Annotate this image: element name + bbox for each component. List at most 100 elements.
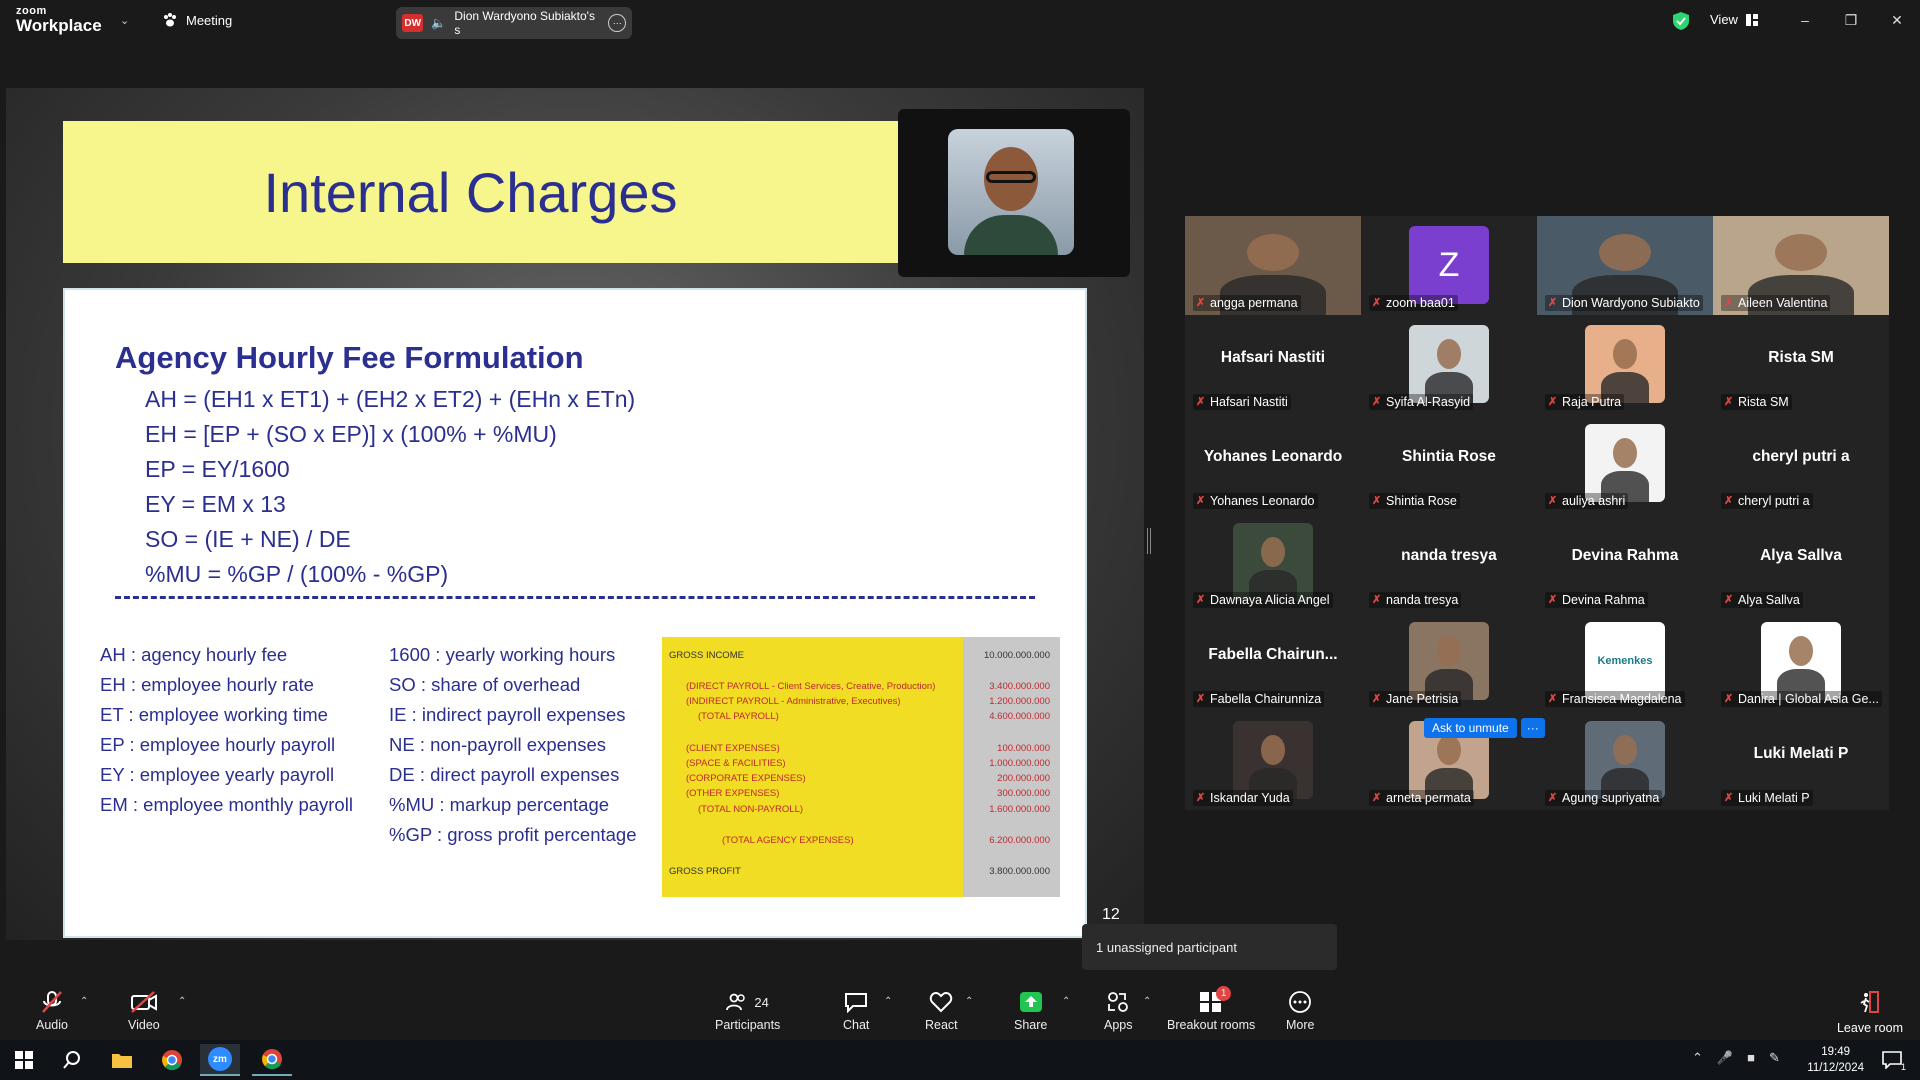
heart-icon — [929, 990, 953, 1014]
chevron-up-icon[interactable]: ⌃ — [1692, 1050, 1703, 1066]
chevron-up-icon[interactable]: ⌃ — [1143, 996, 1151, 1007]
participant-tile[interactable]: nanda tresya ✗ nanda tresya — [1361, 513, 1537, 612]
slide-header: Internal Charges — [63, 121, 908, 263]
participant-tile[interactable]: ✗ Dion Wardyono Subiakto — [1537, 216, 1713, 315]
file-explorer-icon[interactable] — [102, 1044, 142, 1076]
table-value: 1.600.000.000 — [989, 804, 1050, 815]
chrome-icon[interactable] — [252, 1044, 292, 1076]
microphone-icon[interactable]: 🎤 — [1717, 1050, 1733, 1066]
windows-start-icon[interactable] — [4, 1044, 44, 1076]
table-label: (SPACE & FACILITIES) — [686, 758, 786, 769]
participant-video — [1585, 325, 1665, 403]
participant-name: ✗ Dawnaya Alicia Angel — [1193, 592, 1333, 608]
chat-button[interactable]: Chat — [843, 990, 869, 1032]
legend-item: NE : non-payroll expenses — [389, 734, 606, 755]
legend-item: SO : share of overhead — [389, 674, 581, 695]
search-icon[interactable] — [52, 1044, 92, 1076]
participant-tile[interactable]: Fabella Chairun... ✗ Fabella Chairunniza — [1185, 612, 1361, 711]
participant-tile[interactable]: Yohanes Leonardo ✗ Yohanes Leonardo — [1185, 414, 1361, 513]
participant-tile[interactable]: ✗ auliya ashri — [1537, 414, 1713, 513]
mic-muted-icon: ✗ — [1548, 297, 1558, 309]
view-button[interactable]: View — [1710, 12, 1758, 27]
participant-name: ✗ Luki Melati P — [1721, 790, 1813, 806]
video-label: Video — [128, 1018, 160, 1032]
participant-name: ✗ Syifa Al-Rasyid — [1369, 394, 1474, 410]
taskbar-clock[interactable]: 19:49 11/12/2024 — [1807, 1044, 1864, 1076]
participant-tile[interactable]: Alya Sallva ✗ Alya Sallva — [1713, 513, 1889, 612]
ask-to-unmute-button[interactable]: Ask to unmute — [1424, 718, 1517, 738]
chevron-down-icon[interactable]: ⌄ — [120, 14, 129, 27]
participant-name: ✗ Hafsari Nastiti — [1193, 394, 1291, 410]
view-label: View — [1710, 12, 1738, 27]
breakout-rooms-label: Breakout rooms — [1167, 1018, 1256, 1032]
participant-tile[interactable]: ✗ Aileen Valentina — [1713, 216, 1889, 315]
participant-display-name: Luki Melati P — [1753, 745, 1849, 762]
participant-tile[interactable]: ✗ Iskandar Yuda — [1185, 711, 1361, 810]
participant-tile[interactable]: Rista SM ✗ Rista SM — [1713, 315, 1889, 414]
participant-tile[interactable]: ✗ angga permana — [1185, 216, 1361, 315]
shared-screen[interactable]: Internal Charges Agency Hourly Fee Formu… — [6, 88, 1144, 940]
participant-name-label: Raja Putra — [1562, 395, 1622, 409]
participant-tile[interactable]: ✗ Syifa Al-Rasyid — [1361, 315, 1537, 414]
pen-icon[interactable]: ✎ — [1769, 1050, 1780, 1066]
apps-button[interactable]: Apps — [1104, 990, 1133, 1032]
screen-share-indicator[interactable]: DW 🔈 Dion Wardyono Subiakto's s ··· — [396, 7, 632, 39]
participant-video — [1233, 721, 1313, 799]
participant-tile[interactable]: Shintia Rose ✗ Shintia Rose — [1361, 414, 1537, 513]
chevron-up-icon[interactable]: ⌃ — [884, 996, 892, 1007]
participant-tile[interactable]: ✗ Agung supriyatna — [1537, 711, 1713, 810]
chevron-up-icon[interactable]: ⌃ — [1062, 996, 1070, 1007]
meeting-tab[interactable]: Meeting — [162, 12, 232, 28]
slide-page-number: 12 — [1102, 906, 1120, 923]
legend-item: IE : indirect payroll expenses — [389, 704, 626, 725]
apps-icon — [1106, 990, 1130, 1014]
participant-tile[interactable]: Devina Rahma ✗ Devina Rahma — [1537, 513, 1713, 612]
participants-button[interactable]: 24 Participants — [715, 990, 780, 1032]
participant-name-label: zoom baa01 — [1386, 296, 1455, 310]
participant-tile[interactable]: Kemenkes ✗ Fransisca Magdalena — [1537, 612, 1713, 711]
participant-name: ✗ auliya ashri — [1545, 493, 1629, 509]
participant-tile[interactable]: cheryl putri a ✗ cheryl putri a — [1713, 414, 1889, 513]
breakout-rooms-button[interactable]: 1 Breakout rooms — [1167, 986, 1256, 1032]
participant-name-label: Danira | Global Asia Ge... — [1738, 692, 1879, 706]
zoom-logo[interactable]: zoom Workplace — [16, 6, 102, 35]
chevron-up-icon[interactable]: ⌃ — [80, 996, 88, 1007]
share-button[interactable]: Share — [1014, 990, 1047, 1032]
participant-name-label: nanda tresya — [1386, 593, 1459, 607]
participant-name: ✗ nanda tresya — [1369, 592, 1462, 608]
react-button[interactable]: React — [925, 990, 958, 1032]
tile-more-button[interactable]: ··· — [1520, 718, 1545, 738]
network-icon[interactable]: ■ — [1747, 1050, 1755, 1066]
participant-tile[interactable]: ✗ Dawnaya Alicia Angel — [1185, 513, 1361, 612]
participant-tile[interactable]: ✗ Raja Putra — [1537, 315, 1713, 414]
table-label: (TOTAL PAYROLL) — [698, 711, 779, 722]
legend-item: EY : employee yearly payroll — [100, 764, 335, 785]
panel-resize-handle[interactable] — [1147, 528, 1151, 554]
close-icon[interactable]: ✕ — [1874, 0, 1920, 40]
restore-icon[interactable]: ❐ — [1828, 0, 1874, 40]
mic-muted-icon: ✗ — [1372, 693, 1382, 705]
speaker-icon[interactable]: 🔈 — [431, 16, 446, 30]
share-label: Share — [1014, 1018, 1048, 1032]
speaker-video[interactable] — [898, 109, 1130, 277]
participant-tile[interactable]: Z ✗ zoom baa01 — [1361, 216, 1537, 315]
zoom-taskbar-icon[interactable]: zm — [200, 1044, 240, 1076]
more-button[interactable]: More — [1286, 990, 1314, 1032]
participant-tile[interactable]: Hafsari Nastiti ✗ Hafsari Nastiti — [1185, 315, 1361, 414]
leave-room-button[interactable]: Leave room — [1837, 990, 1903, 1035]
participant-name-label: Alya Sallva — [1738, 593, 1800, 607]
participant-tile[interactable]: ✗ Danira | Global Asia Ge... — [1713, 612, 1889, 711]
minimize-icon[interactable]: – — [1782, 0, 1828, 40]
mic-muted-icon: ✗ — [1548, 594, 1558, 606]
chevron-up-icon[interactable]: ⌃ — [965, 996, 973, 1007]
video-button[interactable]: Video — [128, 990, 160, 1032]
participant-tile[interactable]: Luki Melati P ✗ Luki Melati P — [1713, 711, 1889, 810]
table-value: 3.800.000.000 — [989, 866, 1050, 877]
audio-button[interactable]: Audio — [36, 990, 68, 1032]
chrome-icon[interactable] — [152, 1044, 192, 1076]
more-options-icon[interactable]: ··· — [608, 14, 626, 32]
encryption-shield-icon[interactable] — [1672, 11, 1690, 31]
chevron-up-icon[interactable]: ⌃ — [178, 996, 186, 1007]
participant-tile[interactable]: ✗ Jane Petrisia — [1361, 612, 1537, 711]
notification-icon[interactable]: 1 — [1872, 1044, 1912, 1076]
